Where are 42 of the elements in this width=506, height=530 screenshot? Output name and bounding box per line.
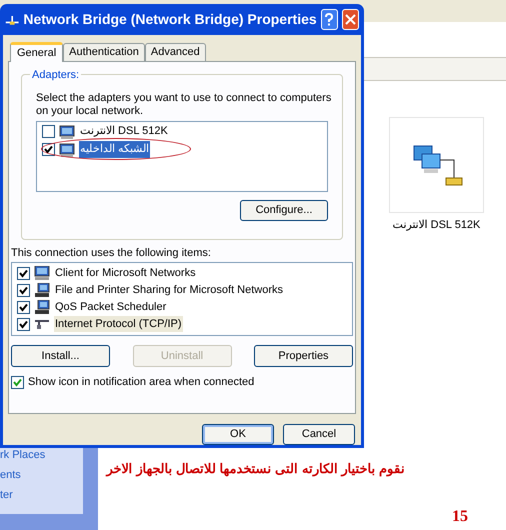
window-title: Network Bridge (Network Bridge) Properties — [23, 10, 317, 29]
sidebar-link[interactable]: rk Places — [0, 447, 83, 464]
protocol-icon — [34, 317, 50, 331]
checkbox-label: Show icon in notification area when connected — [28, 375, 254, 390]
close-button[interactable] — [342, 9, 359, 30]
configure-button[interactable]: Configure... — [240, 200, 328, 221]
tab[interactable]: Advanced — [144, 43, 206, 61]
button[interactable]: Install... — [11, 345, 110, 367]
list-item[interactable]: QoS Packet Scheduler — [54, 298, 168, 316]
computer-icon — [34, 266, 50, 280]
list-item[interactable]: Client for Microsoft Networks — [54, 264, 197, 282]
help-icon — [324, 13, 334, 26]
list-item[interactable]: Internet Protocol (TCP/IP) — [54, 316, 183, 332]
button[interactable]: Cancel — [283, 424, 355, 445]
items-label: This connection uses the following items: — [11, 246, 212, 260]
tab[interactable]: General — [10, 42, 64, 62]
sidebar-link[interactable]: ter — [0, 487, 83, 504]
tab[interactable]: Authentication — [63, 43, 145, 61]
caption-text: نقوم باختيار الكارته التى نستخدمها للاتصال بالجهاز الاخر — [104, 460, 405, 478]
adapter-icon — [59, 124, 75, 138]
computer-icon — [34, 283, 50, 297]
button[interactable]: OK — [202, 424, 274, 445]
help-button[interactable] — [320, 9, 338, 30]
computer-icon — [34, 300, 50, 314]
page-number: 15 — [452, 507, 468, 527]
adapter-icon — [59, 142, 75, 156]
list-item[interactable]: File and Printer Sharing for Microsoft Networks — [54, 282, 284, 298]
checkbox[interactable] — [42, 125, 55, 138]
list-item[interactable]: الانترنت DSL 512K — [79, 123, 169, 140]
checkbox[interactable] — [17, 266, 30, 280]
checkbox[interactable] — [17, 300, 30, 314]
button[interactable]: Properties — [254, 345, 353, 367]
checkbox[interactable] — [17, 284, 30, 296]
group-label: Adapters: — [30, 67, 82, 84]
checkbox[interactable] — [17, 318, 30, 330]
checkbox[interactable] — [11, 376, 24, 389]
checkbox[interactable] — [42, 143, 55, 156]
list-item[interactable]: الشبكه الداخليه — [79, 141, 150, 158]
icon-label: الانترنت DSL 512K — [392, 218, 482, 233]
close-icon — [344, 14, 356, 25]
sidebar-link[interactable]: ents — [0, 467, 83, 484]
description-text: Select the adapters you want to use to connect to computers on your local network. — [36, 92, 332, 118]
